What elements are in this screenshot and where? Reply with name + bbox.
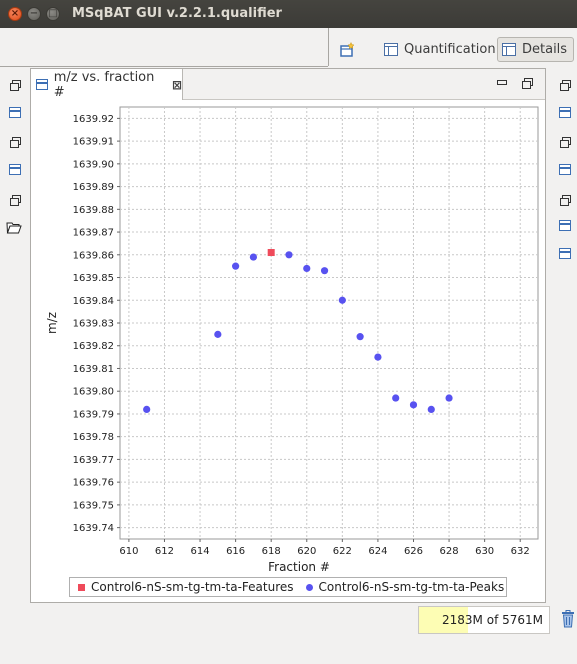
y-tick-label: 1639.84 (73, 296, 114, 307)
feature-point (267, 249, 275, 257)
x-tick-label: 630 (475, 546, 494, 557)
open-folder-icon[interactable] (6, 222, 22, 234)
close-tab-icon[interactable]: ⊠ (172, 78, 182, 92)
restore-icon[interactable] (560, 80, 571, 91)
close-icon: × (10, 8, 20, 19)
y-tick-label: 1639.88 (73, 205, 114, 216)
tab-label: m/z vs. fraction # (53, 69, 155, 100)
y-tick-label: 1639.89 (73, 182, 114, 193)
maximize-window-button[interactable]: □ (46, 7, 60, 21)
open-perspective-icon[interactable] (339, 42, 355, 58)
restore-icon[interactable] (10, 195, 21, 206)
toolbar-separator (328, 28, 329, 66)
maximize-view-icon[interactable] (522, 78, 533, 89)
view-tab-bar: m/z vs. fraction # ⊠ (31, 69, 545, 100)
y-tick-label: 1639.83 (73, 319, 114, 330)
x-axis-label: Fraction # (268, 560, 330, 574)
y-tick-label: 1639.78 (73, 432, 114, 443)
legend-features-label: Control6-nS-sm-tg-tm-ta-Features (91, 580, 294, 594)
peak-point (374, 353, 382, 361)
x-tick-label: 632 (511, 546, 530, 557)
memory-text: 2183M of 5761M (442, 613, 543, 627)
perspective-icon (502, 43, 516, 56)
y-tick-label: 1639.91 (73, 137, 114, 148)
legend-features-swatch (78, 583, 85, 591)
peak-point (303, 264, 311, 273)
view-icon (36, 79, 48, 90)
x-tick-label: 616 (226, 546, 245, 557)
window-title: MSqBAT GUI v.2.2.1.qualifier (72, 6, 282, 21)
restore-icon[interactable] (560, 195, 571, 206)
minimize-icon: − (29, 8, 39, 19)
perspective-icon (384, 43, 398, 56)
legend-peaks-swatch (305, 583, 313, 591)
chart-legend: Control6-nS-sm-tg-tm-ta-Features Control… (69, 577, 507, 597)
chart-view-panel: m/z vs. fraction # ⊠ 1639.74 1639.75 1639.… (30, 68, 546, 603)
peak-point (143, 405, 151, 413)
y-tick-label: 1639.92 (73, 114, 114, 125)
x-tick-label: 612 (155, 546, 174, 557)
tab-mz-vs-fraction[interactable]: m/z vs. fraction # ⊠ (31, 69, 183, 100)
view-icon[interactable] (559, 164, 571, 175)
peak-point (214, 330, 222, 338)
x-tick-label: 618 (262, 546, 281, 557)
peak-point (249, 253, 258, 261)
y-tick-label: 1639.75 (73, 500, 114, 511)
perspective-details-label: Details (522, 42, 568, 57)
x-tick-label: 628 (440, 546, 459, 557)
restore-icon[interactable] (560, 137, 571, 148)
peak-point (409, 401, 418, 409)
peak-point (338, 296, 346, 304)
y-tick-label: 1639.80 (73, 387, 114, 398)
y-tick-label: 1639.85 (73, 273, 114, 284)
view-icon[interactable] (559, 248, 571, 259)
y-tick-label: 1639.74 (73, 523, 114, 534)
memory-indicator[interactable]: 2183M of 5761M (418, 606, 550, 634)
minimize-window-button[interactable]: − (27, 7, 41, 21)
close-window-button[interactable]: × (8, 7, 22, 21)
peak-point (356, 333, 364, 341)
perspective-quantification-button[interactable]: Quantification (380, 37, 502, 62)
view-icon[interactable] (9, 107, 21, 118)
y-axis-label: m/z (45, 312, 59, 334)
perspective-quantification-label: Quantification (404, 42, 496, 57)
peak-point (285, 251, 293, 259)
peak-point (392, 394, 400, 402)
legend-peaks-label: Control6-nS-sm-tg-tm-ta-Peaks (318, 580, 505, 594)
x-tick-label: 624 (368, 546, 387, 557)
y-tick-label: 1639.79 (73, 409, 114, 420)
y-tick-label: 1639.82 (73, 341, 114, 352)
restore-icon[interactable] (10, 80, 21, 91)
x-tick-label: 626 (404, 546, 423, 557)
peak-point (445, 394, 453, 402)
y-tick-label: 1639.76 (73, 478, 114, 489)
y-tick-label: 1639.81 (73, 364, 114, 375)
peak-point (232, 262, 240, 270)
y-tick-label: 1639.86 (73, 250, 114, 261)
perspective-details-button[interactable]: Details (497, 37, 575, 62)
peak-point (427, 405, 435, 413)
maximize-icon: □ (48, 8, 58, 19)
x-tick-label: 620 (297, 546, 316, 557)
title-bar: × − □ MSqBAT GUI v.2.2.1.qualifier (0, 0, 577, 28)
y-tick-label: 1639.77 (73, 455, 114, 466)
toolbar-divider (0, 66, 328, 67)
view-icon[interactable] (9, 164, 21, 175)
restore-icon[interactable] (10, 137, 21, 148)
scatter-chart: 1639.74 1639.75 1639.76 1639.77 1639.78 1639.… (45, 106, 539, 574)
peak-point (320, 267, 329, 275)
trash-icon[interactable] (561, 610, 575, 628)
x-tick-label: 614 (190, 546, 209, 557)
x-tick-label: 622 (333, 546, 352, 557)
x-tick-label: 610 (119, 546, 138, 557)
minimize-view-icon[interactable] (497, 80, 507, 85)
y-tick-label: 1639.87 (73, 228, 114, 239)
y-tick-label: 1639.90 (73, 159, 114, 170)
view-icon[interactable] (559, 220, 571, 231)
view-icon[interactable] (559, 107, 571, 118)
